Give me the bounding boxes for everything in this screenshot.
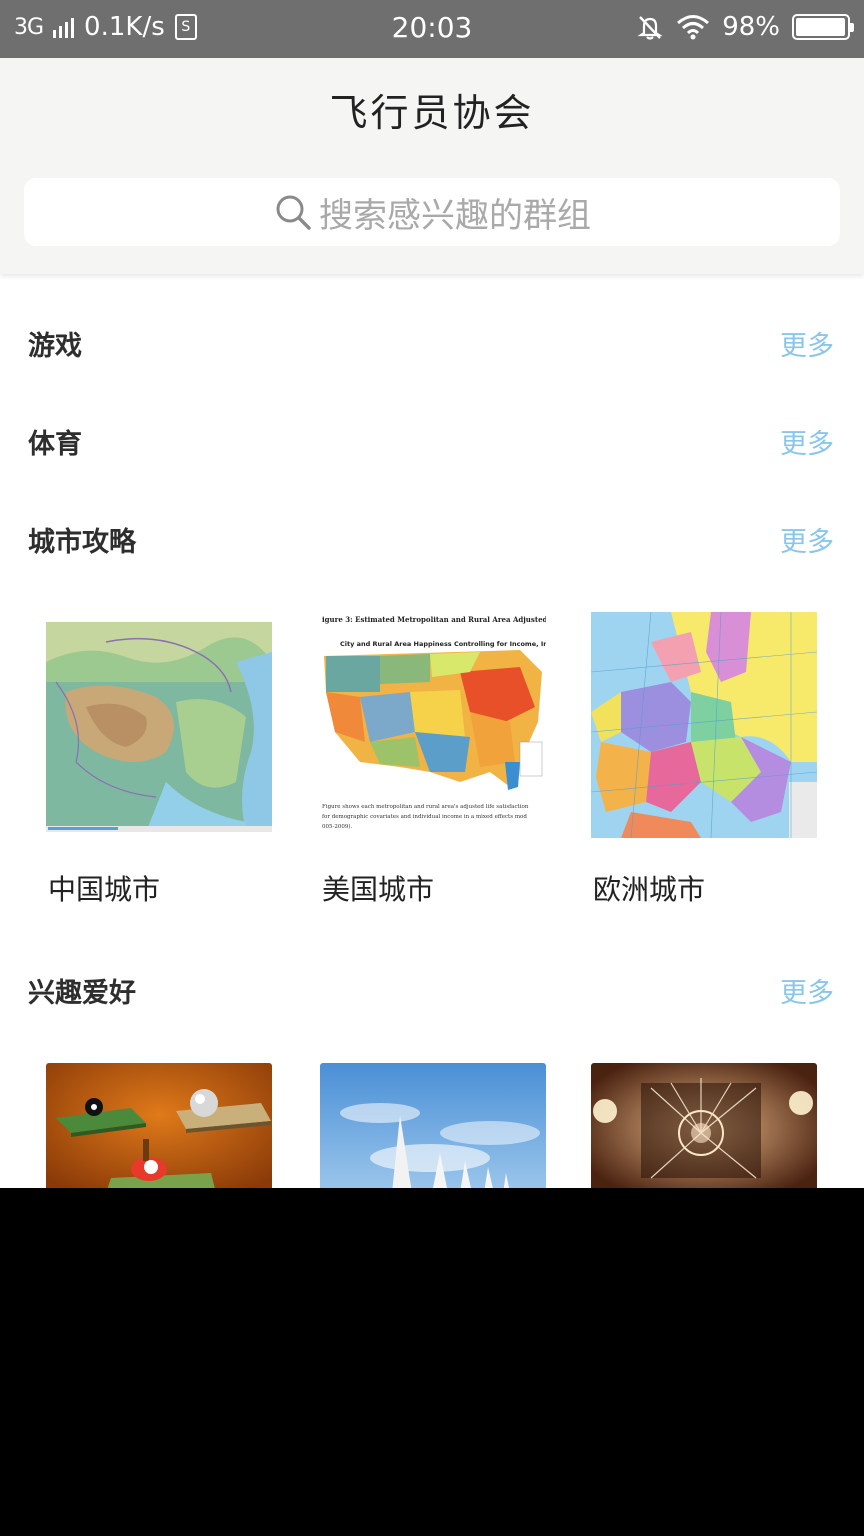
us-map-heading: igure 3: Estimated Metropolitan and Rura… (322, 615, 546, 624)
concert-stage-image (591, 1063, 817, 1188)
card-china-cities[interactable]: 中国城市 (46, 620, 272, 906)
more-link-hobbies[interactable]: 更多 (780, 971, 834, 1010)
card-us-cities[interactable]: igure 3: Estimated Metropolitan and Rura… (320, 612, 546, 906)
us-map-caption-1: Figure shows each metropolitan and rural… (322, 804, 529, 810)
sailing-image (320, 1063, 546, 1188)
page-title: 飞行员协会 (329, 91, 535, 135)
section-title-hobbies: 兴趣爱好 (28, 978, 136, 1009)
app-screen: 飞行员协会 搜索感兴趣的群组 游戏 更多 体育 更多 城市攻略 更多 中国城市 … (0, 58, 864, 1188)
us-map-subheading: City and Rural Area Happiness Controllin… (340, 640, 546, 648)
header: 飞行员协会 搜索感兴趣的群组 (0, 58, 864, 274)
us-map-caption-2: for demographic covariates and individua… (322, 814, 527, 820)
us-happiness-map-image: igure 3: Estimated Metropolitan and Rura… (320, 612, 546, 838)
card-europe-cities[interactable]: 欧洲城市 (591, 612, 817, 906)
card-sailing[interactable] (320, 1063, 546, 1188)
more-link-sports[interactable]: 更多 (780, 422, 834, 461)
mute-bell-icon (637, 16, 663, 40)
battery-icon (792, 14, 854, 40)
status-bar: 3G 0.1K/s S 20:03 98% (0, 0, 864, 58)
europe-political-map-image (591, 612, 817, 838)
search-input[interactable]: 搜索感兴趣的群组 (24, 178, 840, 246)
card-label: 美国城市 (322, 873, 435, 906)
search-placeholder: 搜索感兴趣的群组 (319, 195, 591, 236)
section-title-sports: 体育 (28, 429, 82, 460)
china-map-image (46, 620, 272, 846)
us-map-caption-3: 005-2009). (322, 823, 352, 830)
table-games-image (46, 1063, 272, 1188)
wifi-icon (677, 15, 710, 40)
card-table-games[interactable] (46, 1063, 272, 1188)
card-label: 欧洲城市 (593, 873, 706, 906)
card-concert[interactable] (591, 1063, 817, 1188)
battery-percent: 98% (722, 12, 780, 42)
section-title-games: 游戏 (28, 331, 82, 362)
section-title-city-guides: 城市攻略 (28, 527, 136, 558)
more-link-city-guides[interactable]: 更多 (780, 520, 834, 559)
status-right: 98% (636, 12, 854, 42)
more-link-games[interactable]: 更多 (780, 324, 834, 363)
card-label: 中国城市 (48, 873, 161, 906)
search-icon (276, 195, 311, 230)
